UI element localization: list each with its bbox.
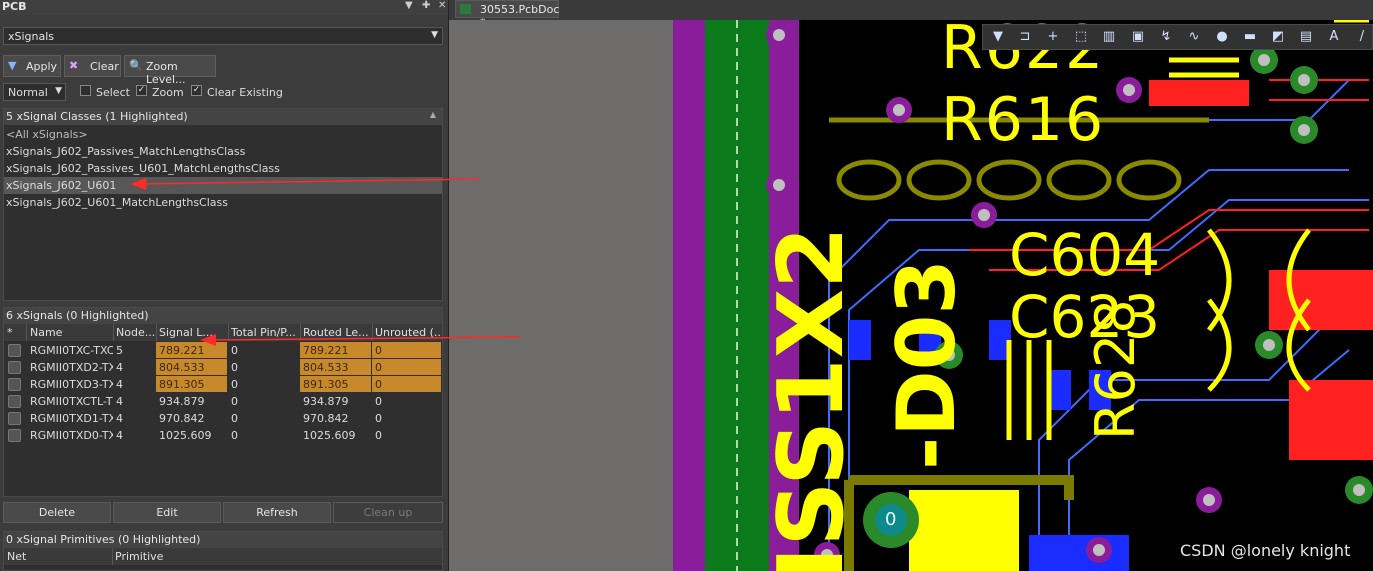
annotation-arrows: [130, 178, 521, 346]
watermark: CSDN @lonely knight: [1180, 541, 1351, 560]
